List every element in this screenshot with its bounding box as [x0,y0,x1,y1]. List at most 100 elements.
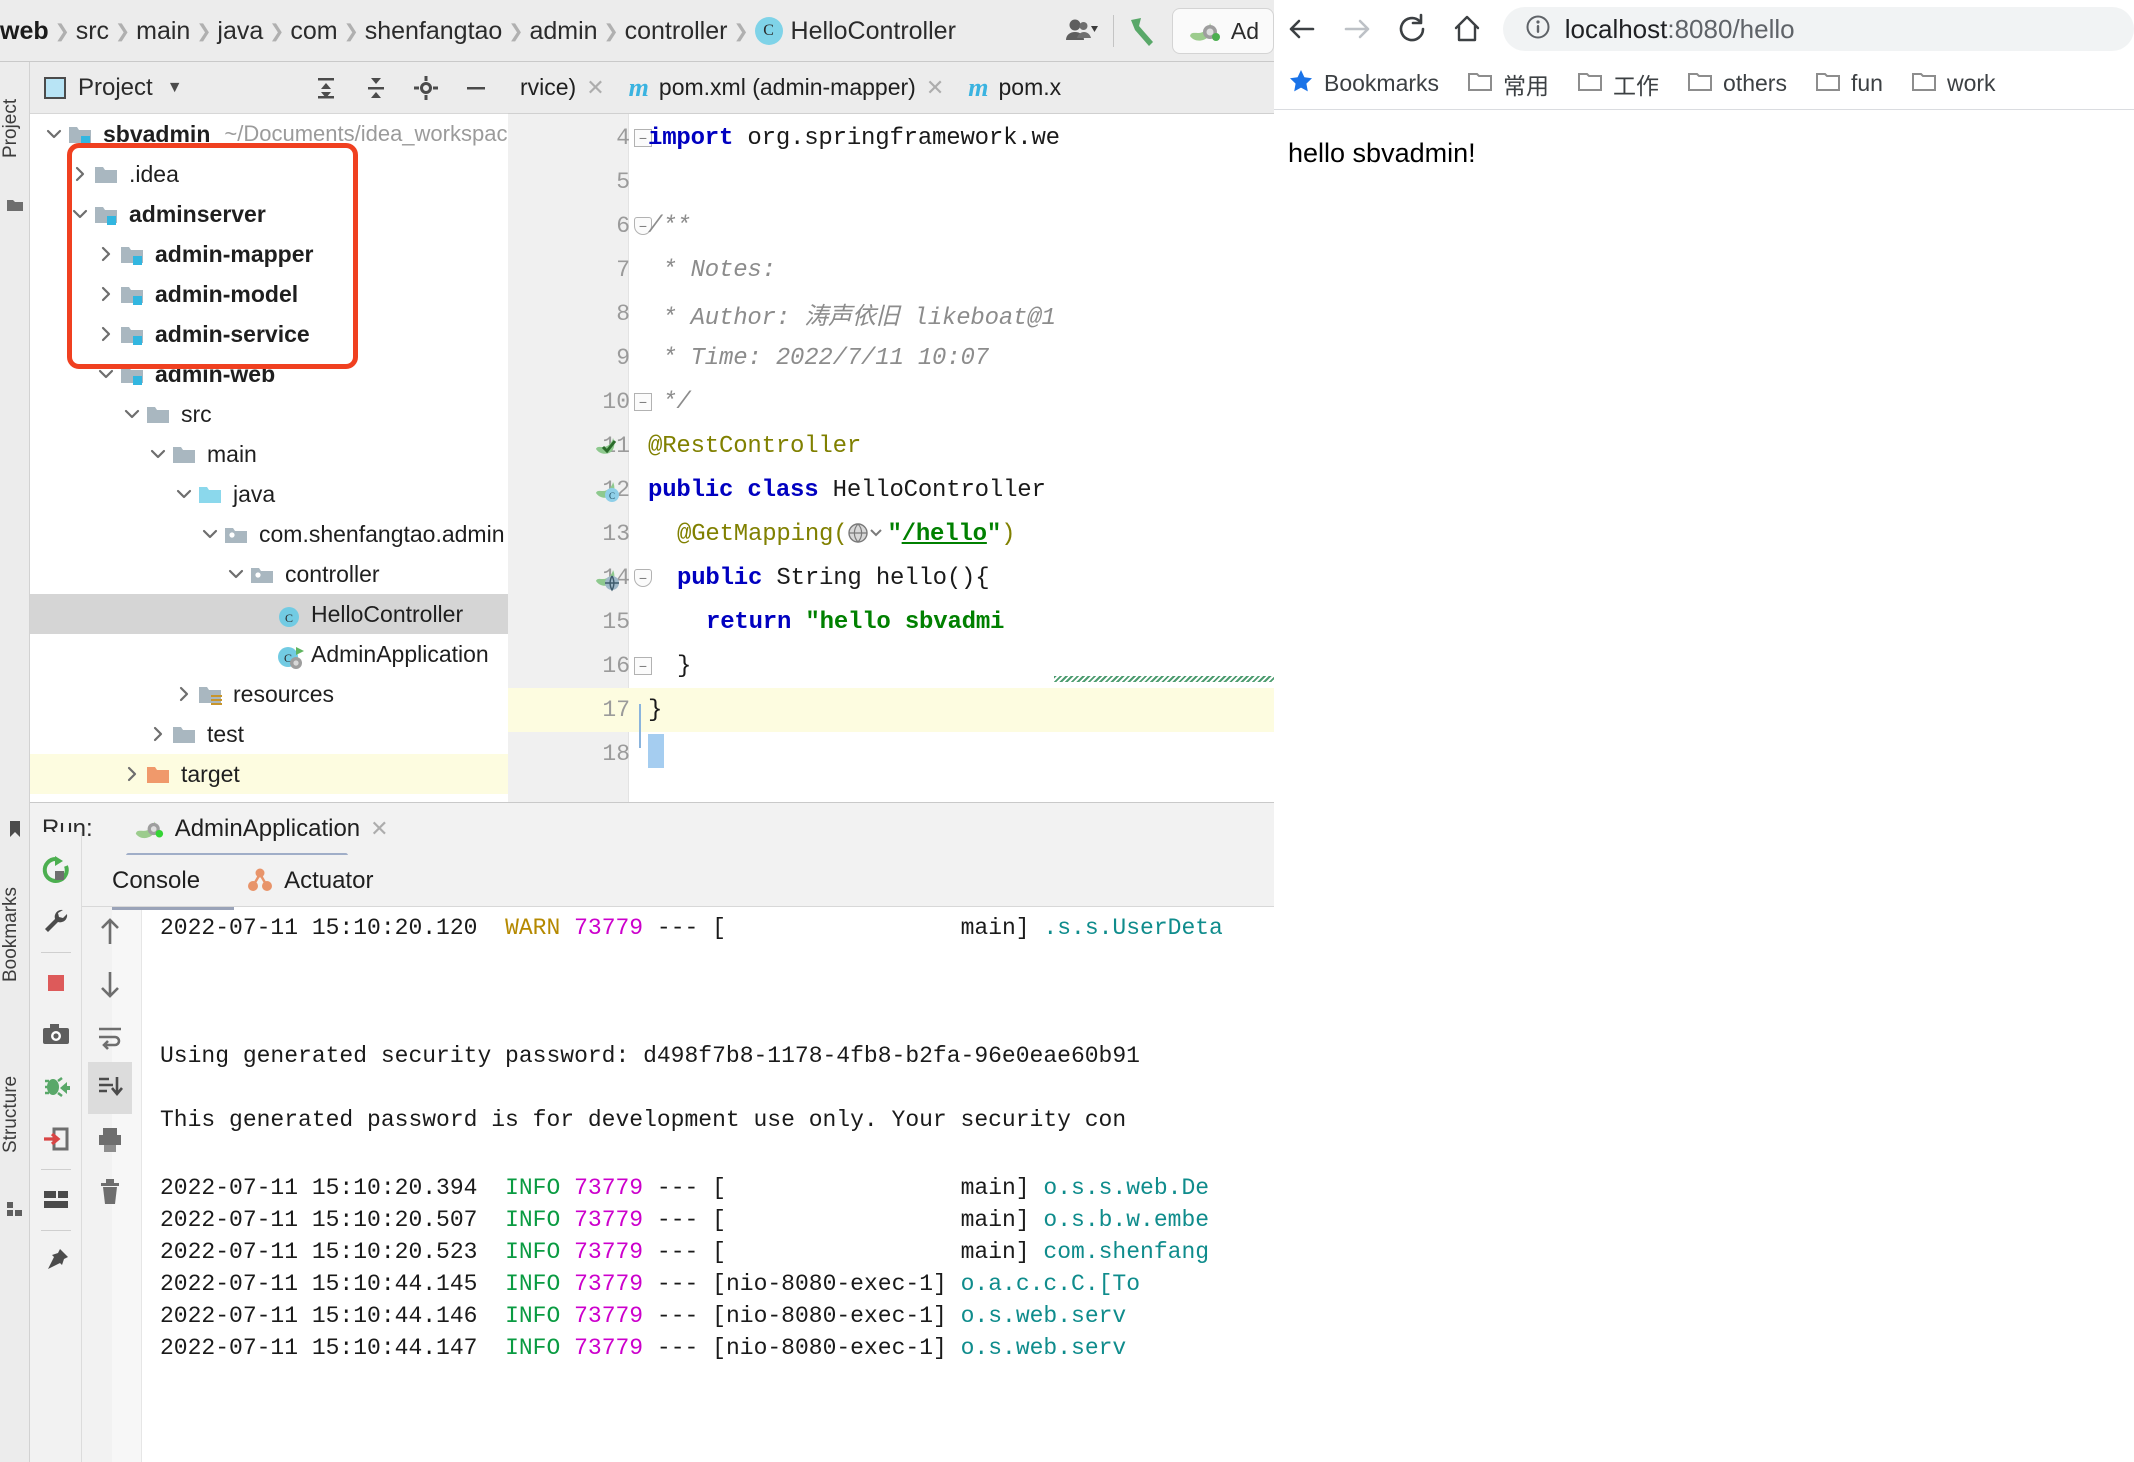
project-panel-title[interactable]: Project [78,74,153,102]
chevron-right-icon[interactable] [174,684,194,704]
run-configuration-selector[interactable]: Ad [1171,8,1274,54]
console-tabs[interactable]: Console Actuator [112,855,373,907]
tree-node-target[interactable]: target [30,754,508,794]
close-icon[interactable]: ✕ [586,75,604,101]
editor-tab-2[interactable]: m pom.x [956,62,1073,113]
tree-node-admin-model[interactable]: admin-model [30,274,508,314]
tree-node-java[interactable]: java [30,474,508,514]
bookmark-item-others[interactable]: others [1673,69,1801,99]
bookmark-item-fun[interactable]: fun [1801,69,1897,99]
breadcrumb-item-admin[interactable]: admin [523,17,603,46]
tree-node-src[interactable]: src [30,394,508,434]
scroll-to-end-icon[interactable] [88,1062,132,1114]
settings-gear-icon[interactable] [404,66,448,110]
project-tree[interactable]: sbvadmin ~/Documents/idea_workspace/sbv .i… [30,114,508,802]
breadcrumb-item-src[interactable]: src [70,17,115,46]
user-dropdown-icon[interactable] [1061,9,1105,53]
breadcrumb-item-shenfangtao[interactable]: shenfangtao [359,17,509,46]
code-line-5[interactable]: 5 [508,160,1274,204]
info-circle-icon[interactable] [1525,14,1551,45]
hide-minus-icon[interactable] [454,66,498,110]
breadcrumb-item-main[interactable]: main [130,17,196,46]
code-line-7[interactable]: 7 * Notes: [508,248,1274,292]
editor-tab-1[interactable]: m pom.xml (admin-mapper) ✕ [617,62,957,113]
code-line-18[interactable]: 18 [508,732,1274,776]
tree-node-main[interactable]: main [30,434,508,474]
bookmark-item-work[interactable]: work [1897,69,2010,99]
breadcrumb[interactable]: web ❯ src ❯ main ❯ java ❯ com ❯ shenfangtao ❯ admin ❯… [0,0,962,62]
spring-bean-icon[interactable]: C [594,476,622,504]
thread-dump-icon[interactable] [34,1061,78,1113]
trash-icon[interactable] [88,1166,132,1218]
tree-node-sbvadmin[interactable]: sbvadmin ~/Documents/idea_workspace/sbv [30,114,508,154]
chevron-down-icon[interactable] [122,404,142,424]
code-line-9[interactable]: 9 * Time: 2022/7/11 10:07 [508,336,1274,380]
tree-node-resources[interactable]: resources [30,674,508,714]
camera-icon[interactable] [34,1009,78,1061]
code-line-15[interactable]: 15 return "hello sbvadmi [508,600,1274,644]
tab-actuator[interactable]: Actuator [246,867,373,895]
collapse-all-icon[interactable] [354,66,398,110]
breadcrumb-item-hellocontroller[interactable]: C HelloController [749,17,962,46]
chevron-right-icon[interactable] [70,164,90,184]
code-line-13[interactable]: 13 @GetMapping("/hello") [508,512,1274,556]
chevron-down-icon[interactable] [174,484,194,504]
spring-bean-check-icon[interactable] [594,432,622,460]
chevron-right-icon[interactable] [96,284,116,304]
bookmark-item--[interactable]: 工作 [1563,67,1673,101]
breadcrumb-item-controller[interactable]: controller [619,17,734,46]
stripe-label-structure[interactable]: Structure [0,1034,30,1194]
stripe-label-bookmarks[interactable]: Bookmarks [0,844,30,1024]
breadcrumb-item-java[interactable]: java [211,17,269,46]
tree-node-admin-service[interactable]: admin-service [30,314,508,354]
reload-icon[interactable] [1384,0,1439,58]
code-line-11[interactable]: 11 @RestController [508,424,1274,468]
bookmarks-bar[interactable]: Bookmarks 常用 工作 others fun work [1274,58,2134,110]
run-config-tab[interactable]: AdminApplication ✕ [133,803,389,855]
tree-node-adminapplication[interactable]: C AdminApplication [30,634,508,674]
chevron-down-icon[interactable]: ▼ [167,79,183,97]
tree-node-com-shenfangtao-admin[interactable]: com.shenfangtao.admin [30,514,508,554]
chevron-down-icon[interactable] [70,204,90,224]
chevron-down-icon[interactable] [96,364,116,384]
breadcrumb-item-web[interactable]: web [0,17,55,46]
rerun-icon[interactable] [34,844,78,896]
console-output[interactable]: 2022-07-11 15:10:20.120 WARN 73779 --- [… [112,907,1274,1462]
layout-icon[interactable] [34,1174,78,1226]
chevron-right-icon[interactable] [148,724,168,744]
home-icon[interactable] [1440,0,1495,58]
breadcrumb-item-com[interactable]: com [284,17,343,46]
scroll-up-icon[interactable] [88,906,132,958]
code-line-8[interactable]: 8 * Author: 涛声依旧 likeboat@1 [508,292,1274,336]
code-line-17[interactable]: 17} [508,688,1274,732]
code-line-12[interactable]: 12Cpublic class HelloController [508,468,1274,512]
address-bar[interactable]: localhost:8080/hello [1502,7,2134,51]
tree-node--idea[interactable]: .idea [30,154,508,194]
scroll-down-icon[interactable] [88,958,132,1010]
editor-tab-0[interactable]: rvice) ✕ [508,62,617,113]
stop-icon[interactable] [34,957,78,1009]
spring-mapping-icon[interactable] [594,564,622,592]
bookmark-item--[interactable]: 常用 [1453,67,1563,101]
code-line-14[interactable]: 14public String hello(){ [508,556,1274,600]
expand-all-icon[interactable] [304,66,348,110]
print-icon[interactable] [88,1114,132,1166]
tree-node-test[interactable]: test [30,714,508,754]
wrench-icon[interactable] [34,896,78,948]
chevron-right-icon[interactable] [96,324,116,344]
back-arrow-icon[interactable] [1274,0,1329,58]
tree-node-hellocontroller[interactable]: C HelloController [30,594,508,634]
chevron-down-icon[interactable] [44,124,64,144]
tree-node-adminserver[interactable]: adminserver [30,194,508,234]
code-line-6[interactable]: 6 /** [508,204,1274,248]
close-icon[interactable]: ✕ [926,75,944,101]
exit-icon[interactable] [34,1113,78,1165]
soft-wrap-icon[interactable] [88,1010,132,1062]
pin-icon[interactable] [34,1235,78,1287]
close-icon[interactable]: ✕ [370,816,388,842]
code-line-10[interactable]: 10 */ [508,380,1274,424]
hammer-icon[interactable] [1122,9,1166,53]
tree-node-controller[interactable]: controller [30,554,508,594]
tree-node-admin-mapper[interactable]: admin-mapper [30,234,508,274]
tab-console[interactable]: Console [112,867,200,895]
